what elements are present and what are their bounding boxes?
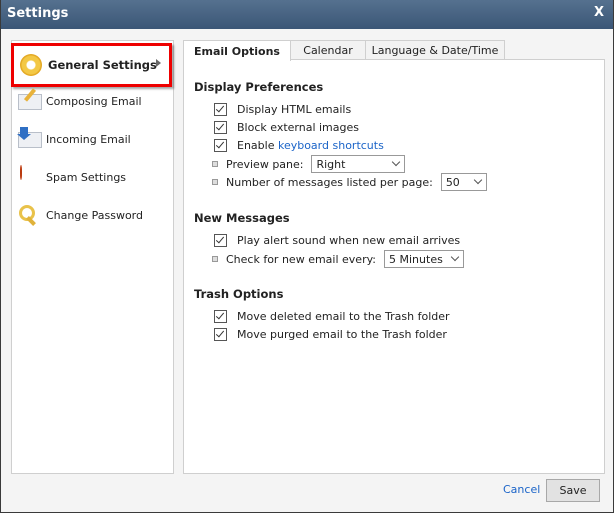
select-value: 50 bbox=[445, 175, 460, 189]
option-label: Display HTML emails bbox=[237, 103, 352, 116]
select-value: Right bbox=[316, 157, 346, 171]
sidebar-item-general-settings[interactable]: General Settings bbox=[11, 43, 172, 87]
preview-pane-select[interactable]: Right bbox=[311, 155, 406, 173]
block-external-images-checkbox[interactable] bbox=[214, 121, 227, 134]
option-label: Move purged email to the Trash folder bbox=[237, 328, 447, 341]
section-heading-display-preferences: Display Preferences bbox=[194, 80, 324, 94]
envelope-download-icon bbox=[17, 127, 42, 150]
save-button[interactable]: Save bbox=[546, 479, 600, 502]
sidebar-item-label: General Settings bbox=[48, 58, 157, 72]
alert-sound-checkbox[interactable] bbox=[214, 234, 227, 247]
sidebar-item-label: Incoming Email bbox=[46, 132, 131, 146]
move-purged-option: Move purged email to the Trash folder bbox=[214, 328, 447, 341]
sidebar-item-spam-settings[interactable]: Spam Settings bbox=[18, 165, 126, 189]
move-deleted-option: Move deleted email to the Trash folder bbox=[214, 310, 450, 323]
bullet-icon bbox=[212, 161, 218, 167]
bullet-icon bbox=[212, 256, 218, 262]
tab-calendar[interactable]: Calendar bbox=[290, 40, 366, 60]
sidebar-item-incoming-email[interactable]: Incoming Email bbox=[17, 127, 131, 151]
messages-per-page-select[interactable]: 50 bbox=[440, 173, 487, 191]
move-purged-checkbox[interactable] bbox=[214, 328, 227, 341]
move-deleted-checkbox[interactable] bbox=[214, 310, 227, 323]
chevron-down-icon bbox=[392, 157, 401, 167]
sidebar-item-label: Change Password bbox=[46, 208, 143, 222]
option-label: Block external images bbox=[237, 121, 359, 134]
sidebar-item-label: Composing Email bbox=[46, 94, 142, 108]
chevron-down-icon bbox=[473, 175, 483, 185]
check-email-interval-option: Check for new email every: 5 Minutes bbox=[208, 250, 465, 268]
option-label: Play alert sound when new email arrives bbox=[237, 234, 461, 247]
email-options-panel: Display Preferences Display HTML emails … bbox=[183, 59, 605, 474]
keyboard-shortcuts-link[interactable]: keyboard shortcuts bbox=[278, 139, 384, 152]
messages-per-page-option: Number of messages listed per page: 50 bbox=[208, 173, 487, 191]
settings-sidebar: General Settings Composing Email Incomin… bbox=[11, 40, 174, 474]
alert-sound-option: Play alert sound when new email arrives bbox=[214, 234, 460, 247]
cancel-button[interactable]: Cancel bbox=[503, 483, 540, 496]
display-html-emails-checkbox[interactable] bbox=[214, 103, 227, 116]
sidebar-item-label: Spam Settings bbox=[46, 170, 127, 184]
bullet-icon bbox=[212, 179, 218, 185]
tab-language-date-time[interactable]: Language & Date/Time bbox=[365, 40, 505, 60]
chevron-right-icon bbox=[156, 59, 161, 67]
section-heading-new-messages: New Messages bbox=[194, 211, 290, 225]
keyboard-shortcuts-option: Enable keyboard shortcuts bbox=[214, 139, 384, 152]
option-label: Check for new email every: bbox=[226, 252, 377, 266]
option-label: Preview pane: bbox=[226, 157, 304, 171]
title-bar: Settings X bbox=[1, 0, 613, 29]
envelope-pencil-icon bbox=[18, 88, 42, 112]
close-button[interactable]: X bbox=[594, 5, 604, 20]
dialog-title: Settings bbox=[7, 6, 69, 21]
display-html-emails-option: Display HTML emails bbox=[214, 103, 351, 116]
select-value: 5 Minutes bbox=[389, 252, 443, 266]
section-heading-trash-options: Trash Options bbox=[194, 287, 284, 301]
tab-email-options[interactable]: Email Options bbox=[183, 40, 291, 61]
block-external-images-option: Block external images bbox=[214, 121, 359, 134]
no-entry-icon bbox=[18, 165, 40, 188]
check-email-interval-select[interactable]: 5 Minutes bbox=[384, 250, 465, 268]
option-label: Number of messages listed per page: bbox=[226, 175, 433, 189]
chevron-down-icon bbox=[450, 252, 460, 262]
sidebar-item-change-password[interactable]: Change Password bbox=[18, 203, 143, 227]
gear-icon bbox=[20, 54, 42, 76]
key-icon bbox=[18, 204, 40, 226]
keyboard-shortcuts-checkbox[interactable] bbox=[214, 139, 227, 152]
option-label: Enable bbox=[237, 139, 275, 152]
preview-pane-option: Preview pane: Right bbox=[208, 155, 406, 173]
settings-dialog: Settings X General Settings Composing Em… bbox=[0, 0, 614, 513]
sidebar-item-composing-email[interactable]: Composing Email bbox=[18, 88, 142, 113]
option-label: Move deleted email to the Trash folder bbox=[237, 310, 450, 323]
